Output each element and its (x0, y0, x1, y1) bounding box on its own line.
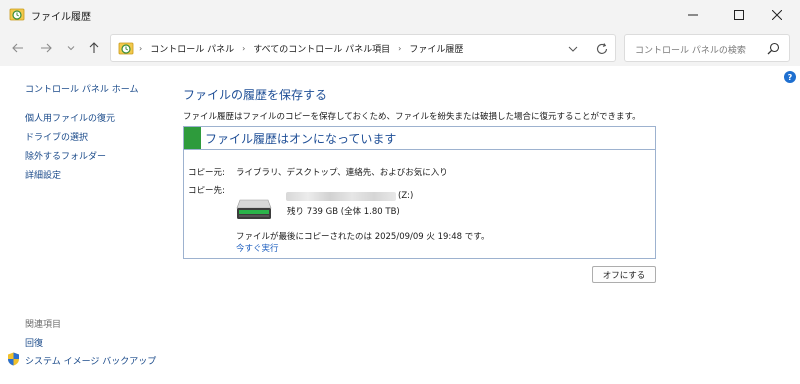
breadcrumb-all-items[interactable]: すべてのコントロール パネル項目 (253, 42, 390, 55)
left-navigation-pane: コントロール パネル ホーム 個人用ファイルの復元 ドライブの選択 除外するフォ… (0, 66, 170, 384)
close-icon (772, 10, 782, 20)
related-heading: 関連項目 (25, 320, 62, 330)
status-header: ファイル履歴はオンになっています (184, 127, 655, 150)
shield-icon (8, 352, 19, 366)
breadcrumb-control-panel[interactable]: コントロール パネル (150, 42, 234, 55)
arrow-right-icon (41, 43, 52, 53)
status-panel: ファイル履歴はオンになっています コピー元: ライブラリ、デスクトップ、連絡先、… (183, 126, 656, 259)
chevron-down-icon[interactable] (567, 43, 579, 55)
forward-button[interactable] (37, 39, 55, 57)
drive-free-space: 残り 739 GB (全体 1.80 TB) (287, 207, 400, 217)
breadcrumb-separator-icon: › (398, 44, 402, 53)
arrow-left-icon (12, 43, 23, 53)
breadcrumb-file-history[interactable]: ファイル履歴 (409, 42, 463, 55)
minimize-button[interactable] (670, 0, 716, 30)
control-panel-icon (118, 42, 134, 55)
search-icon[interactable] (767, 42, 780, 55)
control-panel-home-link[interactable]: コントロール パネル ホーム (25, 82, 138, 95)
address-bar[interactable]: › コントロール パネル › すべてのコントロール パネル項目 › ファイル履歴 (110, 34, 616, 62)
status-title: ファイル履歴はオンになっています (205, 132, 397, 146)
recent-locations-button[interactable] (62, 39, 80, 57)
maximize-icon (734, 10, 744, 20)
drive-letter: (Z:) (398, 191, 414, 201)
chevron-down-icon (67, 46, 75, 51)
copy-from-label: コピー元: (188, 168, 225, 178)
status-indicator-green (184, 127, 201, 149)
sidebar-item-restore-files[interactable]: 個人用ファイルの復元 (25, 111, 115, 124)
page-title: ファイルの履歴を保存する (183, 88, 328, 102)
related-item-recovery[interactable]: 回復 (25, 336, 43, 349)
turn-off-button[interactable]: オフにする (592, 266, 656, 283)
refresh-icon[interactable] (595, 42, 609, 56)
help-icon[interactable]: ? (784, 71, 796, 83)
page-description: ファイル履歴はファイルのコピーを保存しておくため、ファイルを紛失または破損した場… (183, 112, 641, 122)
minimize-icon (688, 14, 698, 16)
breadcrumb-separator-icon: › (242, 44, 246, 53)
window-title: ファイル履歴 (31, 12, 91, 23)
title-bar: ファイル履歴 (0, 0, 800, 30)
close-button[interactable] (754, 0, 800, 30)
navigation-bar: › コントロール パネル › すべてのコントロール パネル項目 › ファイル履歴… (0, 30, 800, 66)
back-button[interactable] (9, 39, 27, 57)
hard-drive-icon (236, 199, 272, 219)
run-now-link[interactable]: 今すぐ実行 (236, 242, 279, 254)
sidebar-item-select-drive[interactable]: ドライブの選択 (25, 130, 88, 143)
sidebar-item-exclude-folders[interactable]: 除外するフォルダー (25, 149, 106, 162)
copy-to-label: コピー先: (188, 186, 225, 196)
drive-name-redacted (286, 192, 396, 201)
up-button[interactable] (85, 39, 103, 57)
breadcrumb: › コントロール パネル › すべてのコントロール パネル項目 › ファイル履歴 (137, 42, 463, 55)
sidebar-item-advanced-settings[interactable]: 詳細設定 (25, 168, 61, 181)
arrow-up-icon (89, 42, 99, 53)
search-box[interactable]: コントロール パネルの検索 (624, 34, 790, 62)
file-history-icon (9, 8, 25, 21)
related-item-system-image-backup[interactable]: システム イメージ バックアップ (25, 354, 156, 367)
last-copy-time: ファイルが最後にコピーされたのは 2025/09/09 火 19:48 です。 (236, 232, 490, 242)
breadcrumb-separator-icon: › (139, 44, 143, 53)
search-input[interactable]: コントロール パネルの検索 (635, 43, 746, 56)
copy-from-value: ライブラリ、デスクトップ、連絡先、およびお気に入り (236, 168, 448, 178)
